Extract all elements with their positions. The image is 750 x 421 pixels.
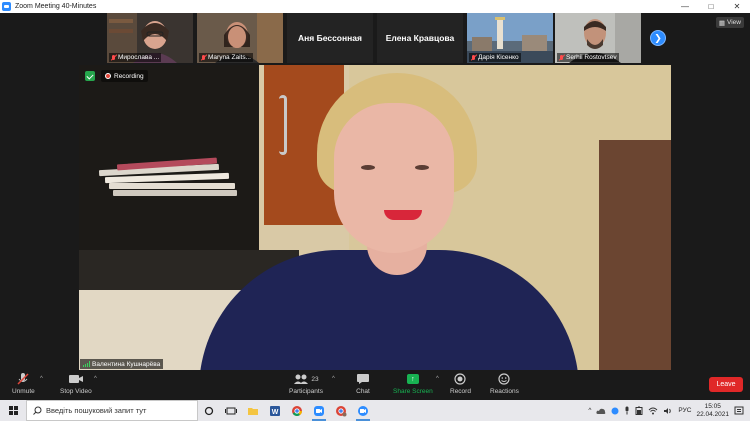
- onedrive-cloud-icon[interactable]: [596, 407, 606, 415]
- encryption-shield-icon[interactable]: [85, 71, 95, 81]
- participant-tile[interactable]: Мирослава ...: [107, 13, 193, 63]
- gallery-next-button[interactable]: ❯: [650, 30, 666, 46]
- minimize-button[interactable]: —: [672, 0, 698, 13]
- start-button[interactable]: [0, 400, 26, 421]
- input-language-indicator[interactable]: РУС: [678, 407, 691, 414]
- background-door: [599, 140, 671, 370]
- participants-options-caret[interactable]: ^: [332, 376, 335, 382]
- taskbar-app-chrome-profile[interactable]: [330, 400, 352, 421]
- task-view-button[interactable]: [220, 400, 242, 421]
- cortana-button[interactable]: [198, 400, 220, 421]
- window-controls: — □ ✕: [672, 0, 750, 13]
- system-tray: ^ РУС 15:05 22.04.2021: [588, 400, 750, 421]
- taskbar-app-zoom-meeting[interactable]: [352, 400, 374, 421]
- speaker-eye: [415, 165, 429, 170]
- stop-video-button[interactable]: Stop Video: [60, 372, 92, 395]
- maximize-button[interactable]: □: [698, 0, 724, 13]
- cortana-circle-icon: [204, 406, 214, 415]
- muted-mic-icon: [559, 54, 564, 61]
- svg-text:W: W: [272, 409, 279, 416]
- speaker-name-label: Валентина Кушнарёва: [80, 359, 164, 369]
- speaker-volume-icon[interactable]: [663, 407, 673, 415]
- folder-icon: [248, 407, 258, 415]
- participant-name-label: Дарія Кісенко: [469, 53, 521, 62]
- chrome-profile-icon: [336, 405, 347, 416]
- participant-tile[interactable]: Елена Кравцова: [377, 13, 463, 63]
- windows-taskbar: Введіть пошуковий запит тут W ^ РУС 15:0…: [0, 400, 750, 421]
- muted-mic-icon: [17, 373, 29, 385]
- notifications-icon[interactable]: [734, 406, 744, 416]
- view-button[interactable]: ▦ View: [715, 17, 744, 28]
- windows-logo-icon: [8, 406, 18, 415]
- background-cabinet-handle: [279, 95, 287, 155]
- taskbar-app-word[interactable]: W: [264, 400, 286, 421]
- participant-tile[interactable]: Maryna Zaits...: [197, 13, 283, 63]
- participant-name-label: Мирослава ...: [109, 53, 162, 62]
- wifi-icon[interactable]: [648, 407, 658, 415]
- gallery-strip: Мирослава ... Maryna Zaits... Аня Бессон…: [0, 13, 750, 65]
- share-options-caret[interactable]: ^: [436, 376, 439, 382]
- participant-tile[interactable]: Serhii Rostovtsev: [555, 13, 641, 63]
- speaker-lips: [384, 210, 422, 220]
- participant-name-label: Maryna Zaits...: [199, 53, 253, 62]
- word-icon: W: [270, 405, 280, 416]
- share-screen-button[interactable]: ↑ Share Screen: [393, 372, 433, 395]
- participants-count: 23: [311, 375, 319, 383]
- record-icon: [454, 373, 467, 385]
- zoom-icon: [314, 405, 324, 416]
- participant-name: Елена Кравцова: [385, 33, 455, 43]
- smiley-plus-icon: [498, 373, 511, 385]
- taskbar-search-box[interactable]: Введіть пошуковий запит тут: [26, 400, 198, 421]
- record-button[interactable]: Record: [450, 372, 471, 395]
- search-icon: [33, 406, 42, 415]
- window-title: Zoom Meeting 40-Minutes: [15, 3, 97, 10]
- video-camera-icon: [68, 375, 83, 383]
- chevron-right-icon: ❯: [654, 32, 662, 43]
- video-options-caret[interactable]: ^: [94, 376, 97, 382]
- window-titlebar: Zoom Meeting 40-Minutes — □ ✕: [0, 0, 750, 13]
- signal-bars-icon: [83, 361, 90, 367]
- participants-button[interactable]: 23 Participants: [289, 372, 323, 395]
- recording-dot-icon: [105, 73, 111, 79]
- participant-tile[interactable]: Аня Бессонная: [287, 13, 373, 63]
- grid-icon: ▦: [718, 19, 726, 27]
- participant-tile[interactable]: Дарія Кісенко: [467, 13, 553, 63]
- reactions-button[interactable]: Reactions: [490, 372, 519, 395]
- tray-overflow-chevron-icon[interactable]: ^: [588, 407, 591, 414]
- taskbar-clock[interactable]: 15:05 22.04.2021: [696, 403, 729, 419]
- chrome-icon: [292, 405, 302, 416]
- audio-options-caret[interactable]: ^: [40, 376, 43, 382]
- zoom-tray-icon[interactable]: [611, 407, 619, 415]
- chat-button[interactable]: Chat: [356, 372, 370, 395]
- participant-name-label: Serhii Rostovtsev: [557, 53, 619, 62]
- zoom-meeting-icon: [358, 405, 368, 416]
- zoom-app-icon: [2, 2, 11, 11]
- speaker-eye: [361, 165, 375, 170]
- leave-button[interactable]: Leave: [709, 377, 743, 392]
- participants-icon: [294, 374, 309, 384]
- unmute-button[interactable]: Unmute: [12, 372, 35, 395]
- speaker-face: [334, 103, 454, 253]
- share-arrow-icon: ↑: [406, 374, 419, 384]
- battery-icon[interactable]: [635, 406, 643, 415]
- background-books: [98, 157, 239, 202]
- task-view-icon: [225, 407, 237, 414]
- taskbar-app-file-explorer[interactable]: [242, 400, 264, 421]
- chat-bubble-icon: [357, 374, 369, 384]
- muted-mic-icon: [471, 54, 476, 61]
- taskbar-app-zoom[interactable]: [308, 400, 330, 421]
- active-speaker-video[interactable]: Recording Валентина Кушнарёва: [79, 65, 671, 370]
- meeting-toolbar: Unmute ^ Stop Video ^ 23 Participants ^: [0, 370, 750, 400]
- participant-name: Аня Бессонная: [298, 33, 362, 43]
- close-button[interactable]: ✕: [724, 0, 750, 13]
- recording-indicator[interactable]: Recording: [101, 70, 148, 82]
- taskbar-app-chrome[interactable]: [286, 400, 308, 421]
- muted-mic-icon: [111, 54, 116, 61]
- microphone-tray-icon[interactable]: [624, 406, 630, 415]
- muted-mic-icon: [201, 54, 206, 61]
